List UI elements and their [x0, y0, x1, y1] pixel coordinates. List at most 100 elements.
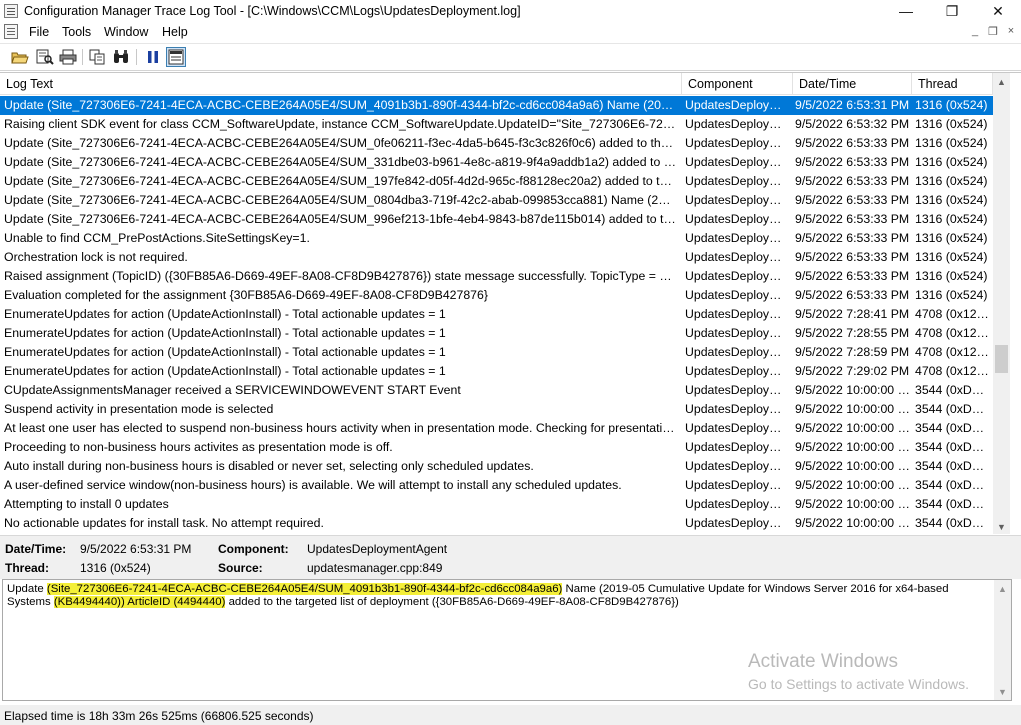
print-icon: [59, 49, 77, 65]
cell-thread: 3544 (0xDD8): [915, 516, 991, 530]
document-icon[interactable]: [4, 24, 18, 39]
details-pane: Date/Time: 9/5/2022 6:53:31 PM Component…: [0, 535, 1021, 579]
table-row[interactable]: EnumerateUpdates for action (UpdateActio…: [0, 305, 993, 324]
cell-log-text: A user-defined service window(non-busine…: [4, 478, 622, 492]
cell-thread: 1316 (0x524): [915, 117, 988, 131]
column-header-datetime[interactable]: Date/Time: [793, 73, 912, 95]
source-label: Source:: [218, 561, 263, 575]
print-button[interactable]: [58, 47, 78, 67]
cell-log-text: Raising client SDK event for class CCM_S…: [4, 117, 676, 131]
table-row[interactable]: Raising client SDK event for class CCM_S…: [0, 115, 993, 134]
cell-log-text: CUpdateAssignmentsManager received a SER…: [4, 383, 461, 397]
cell-log-text: Raised assignment (TopicID) ({30FB85A6-D…: [4, 269, 676, 283]
maximize-button[interactable]: ❐: [929, 0, 975, 22]
cell-thread: 4708 (0x1264): [915, 364, 991, 378]
table-row[interactable]: EnumerateUpdates for action (UpdateActio…: [0, 324, 993, 343]
open-button[interactable]: [10, 47, 30, 67]
print-preview-button[interactable]: [35, 47, 55, 67]
mdi-close-button[interactable]: ×: [1003, 25, 1019, 39]
activation-watermark-title: Activate Windows: [748, 651, 898, 672]
menu-help[interactable]: Help: [162, 25, 188, 39]
cell-component: UpdatesDeployment: [685, 516, 789, 530]
cell-component: UpdatesDeployment: [685, 155, 789, 169]
cell-thread: 3544 (0xDD8): [915, 497, 991, 511]
vertical-scrollbar[interactable]: ▲ ▼: [993, 73, 1010, 534]
table-row[interactable]: CUpdateAssignmentsManager received a SER…: [0, 381, 993, 400]
message-scrollbar[interactable]: ▲ ▼: [994, 580, 1011, 700]
scroll-up-arrow-icon[interactable]: ▲: [993, 73, 1010, 90]
table-row[interactable]: Suspend activity in presentation mode is…: [0, 400, 993, 419]
cell-log-text: Update (Site_727306E6-7241-4ECA-ACBC-CEB…: [4, 136, 676, 150]
table-row[interactable]: No actionable updates for install task. …: [0, 514, 993, 533]
table-row[interactable]: Orchestration lock is not required. Updat…: [0, 248, 993, 267]
menu-window[interactable]: Window: [104, 25, 148, 39]
pause-icon: [148, 51, 158, 63]
cell-component: UpdatesDeployment: [685, 364, 789, 378]
table-row[interactable]: Unable to find CCM_PrePostActions.SiteSe…: [0, 229, 993, 248]
message-highlight-site-id: (Site_727306E6-7241-4ECA-ACBC-CEBE264A05…: [46, 583, 563, 595]
cell-log-text: At least one user has elected to suspend…: [4, 421, 676, 435]
cell-log-text: Update (Site_727306E6-7241-4ECA-ACBC-CEB…: [4, 174, 676, 188]
cell-component: UpdatesDeployment: [685, 98, 789, 112]
scroll-thumb[interactable]: [995, 345, 1008, 373]
message-part-3: added to the targeted list of deployment…: [225, 596, 679, 609]
thread-value: 1316 (0x524): [80, 561, 151, 575]
cell-thread: 1316 (0x524): [915, 288, 988, 302]
cell-log-text: Unable to find CCM_PrePostActions.SiteSe…: [4, 231, 310, 245]
menu-tools[interactable]: Tools: [62, 25, 91, 39]
cell-log-text: Update (Site_727306E6-7241-4ECA-ACBC-CEB…: [4, 98, 676, 112]
cell-thread: 4708 (0x1264): [915, 345, 991, 359]
table-row[interactable]: Update (Site_727306E6-7241-4ECA-ACBC-CEB…: [0, 191, 993, 210]
table-row[interactable]: Raised assignment (TopicID) ({30FB85A6-D…: [0, 267, 993, 286]
table-row[interactable]: Update (Site_727306E6-7241-4ECA-ACBC-CEB…: [0, 134, 993, 153]
table-row[interactable]: Attempting to install 0 updates UpdatesDe…: [0, 495, 993, 514]
table-row[interactable]: At least one user has elected to suspend…: [0, 419, 993, 438]
minimize-button[interactable]: —: [883, 0, 929, 22]
table-row[interactable]: Update (Site_727306E6-7241-4ECA-ACBC-CEB…: [0, 172, 993, 191]
table-row[interactable]: Proceeding to non-business hours activit…: [0, 438, 993, 457]
message-text: Update (Site_727306E6-7241-4ECA-ACBC-CEB…: [7, 583, 992, 610]
message-scroll-down-icon[interactable]: ▼: [994, 683, 1011, 700]
pause-button[interactable]: [143, 47, 163, 67]
find-button[interactable]: [111, 47, 131, 67]
message-scroll-up-icon[interactable]: ▲: [994, 580, 1011, 597]
table-row[interactable]: Update (Site_727306E6-7241-4ECA-ACBC-CEB…: [0, 96, 993, 115]
cell-component: UpdatesDeployment: [685, 117, 789, 131]
mdi-minimize-button[interactable]: _: [967, 25, 983, 39]
cell-component: UpdatesDeployment: [685, 288, 789, 302]
details-pane-button[interactable]: [166, 47, 186, 67]
table-row[interactable]: Update (Site_727306E6-7241-4ECA-ACBC-CEB…: [0, 153, 993, 172]
cell-thread: 1316 (0x524): [915, 269, 988, 283]
table-row[interactable]: A user-defined service window(non-busine…: [0, 476, 993, 495]
cell-log-text: Evaluation completed for the assignment …: [4, 288, 488, 302]
column-header-component[interactable]: Component: [682, 73, 793, 95]
cell-thread: 3544 (0xDD8): [915, 478, 991, 492]
cell-log-text: No actionable updates for install task. …: [4, 516, 324, 530]
menu-file[interactable]: File: [29, 25, 49, 39]
table-row[interactable]: Evaluation completed for the assignment …: [0, 286, 993, 305]
window-title: Configuration Manager Trace Log Tool - […: [24, 4, 521, 18]
table-row[interactable]: Update (Site_727306E6-7241-4ECA-ACBC-CEB…: [0, 210, 993, 229]
close-button[interactable]: ✕: [975, 0, 1021, 22]
title-bar: Configuration Manager Trace Log Tool - […: [0, 0, 1021, 22]
toolbar: [0, 43, 1021, 71]
table-row[interactable]: EnumerateUpdates for action (UpdateActio…: [0, 343, 993, 362]
mdi-restore-button[interactable]: ❐: [985, 25, 1001, 39]
table-row[interactable]: Auto install during non-business hours i…: [0, 457, 993, 476]
cell-component: UpdatesDeployment: [685, 440, 789, 454]
status-bar: Elapsed time is 18h 33m 26s 525ms (66806…: [0, 705, 1021, 725]
cell-datetime: 9/5/2022 10:00:00 PM: [795, 440, 911, 454]
column-header-log-text[interactable]: Log Text: [0, 73, 682, 95]
column-header-thread[interactable]: Thread: [912, 73, 993, 95]
cell-thread: 1316 (0x524): [915, 231, 988, 245]
cell-thread: 4708 (0x1264): [915, 307, 991, 321]
table-row[interactable]: EnumerateUpdates for action (UpdateActio…: [0, 362, 993, 381]
scroll-down-arrow-icon[interactable]: ▼: [993, 518, 1010, 534]
cell-datetime: 9/5/2022 7:28:55 PM: [795, 326, 910, 340]
copy-button[interactable]: [88, 47, 108, 67]
cell-component: UpdatesDeployment: [685, 402, 789, 416]
cell-component: UpdatesDeployment: [685, 136, 789, 150]
cell-log-text: Attempting to install 0 updates: [4, 497, 169, 511]
cell-datetime: 9/5/2022 7:28:41 PM: [795, 307, 910, 321]
cell-thread: 3544 (0xDD8): [915, 459, 991, 473]
